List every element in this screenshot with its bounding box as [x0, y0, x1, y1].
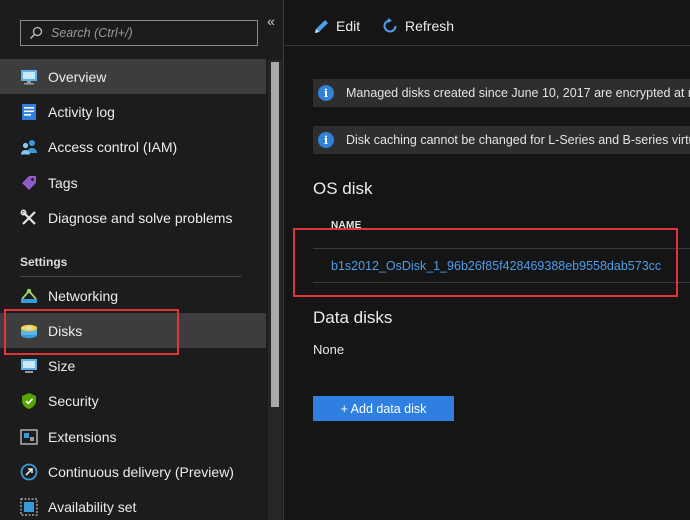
search-icon	[29, 26, 43, 40]
data-disks-empty-text: None	[313, 342, 345, 357]
activity-log-icon	[20, 103, 38, 121]
sidebar-item-tags[interactable]: Tags	[0, 165, 266, 200]
info-icon: i	[318, 132, 334, 148]
sidebar-item-label: Extensions	[48, 428, 117, 445]
sidebar-item-security[interactable]: Security	[0, 383, 266, 418]
sidebar-item-extensions[interactable]: Extensions	[0, 419, 266, 454]
sidebar-item-label: Activity log	[48, 103, 115, 120]
encryption-notice: i Managed disks created since June 10, 2…	[313, 79, 690, 107]
tag-icon	[20, 174, 38, 192]
search-input[interactable]	[51, 26, 241, 40]
size-icon	[20, 357, 38, 375]
sidebar-item-label: Diagnose and solve problems	[48, 209, 233, 226]
sidebar-item-label: Size	[48, 357, 76, 374]
notice-text: Disk caching cannot be changed for L-Ser…	[346, 133, 690, 147]
os-disk-heading: OS disk	[313, 179, 373, 198]
sidebar-scroll-thumb[interactable]	[271, 62, 279, 407]
sidebar-item-availability-set[interactable]: Availability set	[0, 489, 266, 520]
sidebar-item-label: Continuous delivery (Preview)	[48, 463, 234, 480]
disks-highlight-box	[4, 309, 179, 355]
sidebar-item-label: Access control (IAM)	[48, 138, 178, 155]
search-box[interactable]	[20, 20, 258, 46]
sidebar-item-label: Tags	[48, 174, 78, 191]
refresh-icon	[383, 18, 397, 33]
pencil-icon	[315, 19, 328, 33]
edit-button[interactable]: Edit	[313, 15, 360, 37]
sidebar-item-label: Availability set	[48, 498, 137, 515]
sidebar-item-label: Overview	[48, 68, 107, 85]
network-icon	[20, 287, 38, 305]
edit-label: Edit	[336, 18, 361, 34]
wrench-icon	[20, 209, 38, 227]
sidebar-item-access-control[interactable]: Access control (IAM)	[0, 129, 266, 164]
section-divider	[20, 276, 241, 277]
sidebar-item-diagnose[interactable]: Diagnose and solve problems	[0, 200, 266, 235]
settings-section-label: Settings	[20, 255, 68, 269]
add-data-disk-button[interactable]: + Add data disk	[313, 396, 454, 421]
extensions-icon	[20, 428, 38, 446]
sidebar-item-activity-log[interactable]: Activity log	[0, 94, 266, 129]
main-pane: Edit Refresh i Managed disks created sin…	[285, 0, 690, 520]
availability-set-icon	[20, 497, 38, 516]
refresh-label: Refresh	[405, 18, 455, 34]
sidebar-item-overview[interactable]: Overview	[0, 59, 266, 94]
notice-text: Managed disks created since June 10, 201…	[346, 86, 690, 100]
command-bar: Edit Refresh	[285, 0, 690, 46]
sidebar-item-label: Security	[48, 392, 99, 409]
disk-caching-notice: i Disk caching cannot be changed for L-S…	[313, 126, 690, 154]
rocket-icon	[20, 463, 38, 481]
azure-portal-window: « Overview	[0, 0, 690, 520]
monitor-icon	[20, 68, 38, 86]
resource-sidebar: « Overview	[0, 0, 284, 520]
refresh-button[interactable]: Refresh	[381, 15, 454, 37]
users-icon	[20, 138, 38, 156]
shield-icon	[20, 392, 38, 410]
sidebar-item-continuous-delivery[interactable]: Continuous delivery (Preview)	[0, 454, 266, 489]
collapse-sidebar-button[interactable]: «	[264, 14, 278, 28]
data-disks-heading: Data disks	[313, 308, 393, 327]
sidebar-item-networking[interactable]: Networking	[0, 278, 266, 313]
sidebar-item-label: Networking	[48, 287, 119, 304]
os-disk-highlight-box	[293, 228, 678, 297]
sidebar-scrollbar[interactable]	[268, 60, 282, 520]
info-icon: i	[318, 85, 334, 101]
